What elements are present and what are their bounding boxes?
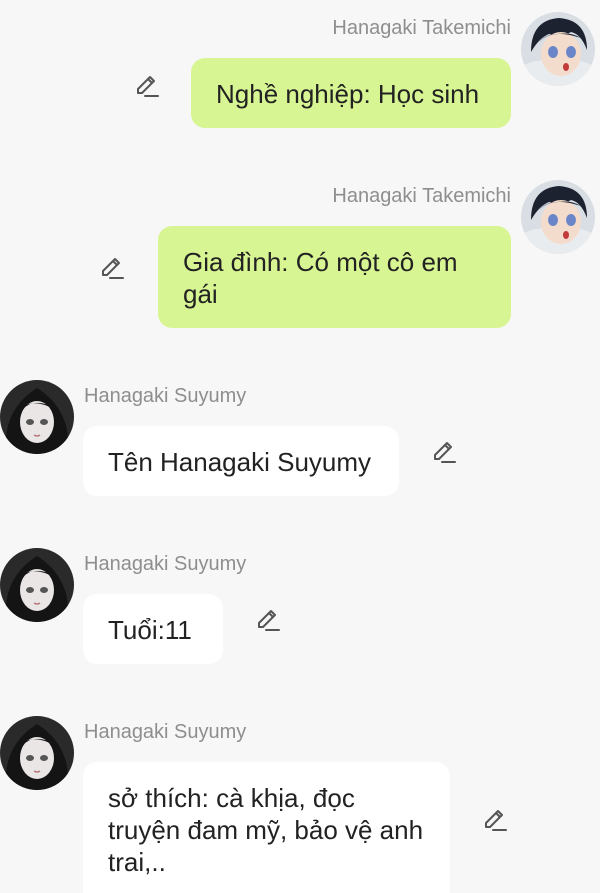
message-bubble[interactable]: Tên Hanagaki Suyumy xyxy=(83,426,399,496)
sender-name: Hanagaki Suyumy xyxy=(84,385,247,407)
avatar[interactable] xyxy=(0,380,74,454)
message-text: Nghề nghiệp: Học sinh xyxy=(216,79,480,109)
avatar[interactable] xyxy=(521,180,595,254)
message-text: Gia đình: Có một cô em gái xyxy=(183,247,458,309)
message-text: Tên Hanagaki Suyumy xyxy=(108,447,372,477)
sender-name: Hanagaki Takemichi xyxy=(332,17,511,39)
message-bubble[interactable]: Nghề nghiệp: Học sinh xyxy=(191,58,511,128)
sender-name: Hanagaki Suyumy xyxy=(84,721,247,743)
avatar[interactable] xyxy=(0,548,74,622)
message-text: Tuổi:11 xyxy=(108,615,192,645)
pencil-icon[interactable] xyxy=(98,254,126,282)
sender-name: Hanagaki Suyumy xyxy=(84,553,247,575)
sender-name: Hanagaki Takemichi xyxy=(332,185,511,207)
pencil-icon[interactable] xyxy=(254,606,282,634)
avatar[interactable] xyxy=(521,12,595,86)
pencil-icon[interactable] xyxy=(481,806,509,834)
avatar[interactable] xyxy=(0,716,74,790)
pencil-icon[interactable] xyxy=(133,72,161,100)
message-text: sở thích: cà khịa, đọc truyện đam mỹ, bả… xyxy=(108,783,424,877)
pencil-icon[interactable] xyxy=(430,438,458,466)
message-bubble[interactable]: Gia đình: Có một cô em gái xyxy=(158,226,511,328)
message-bubble[interactable]: Tuổi:11 xyxy=(83,594,223,664)
message-bubble[interactable]: sở thích: cà khịa, đọc truyện đam mỹ, bả… xyxy=(83,762,450,893)
